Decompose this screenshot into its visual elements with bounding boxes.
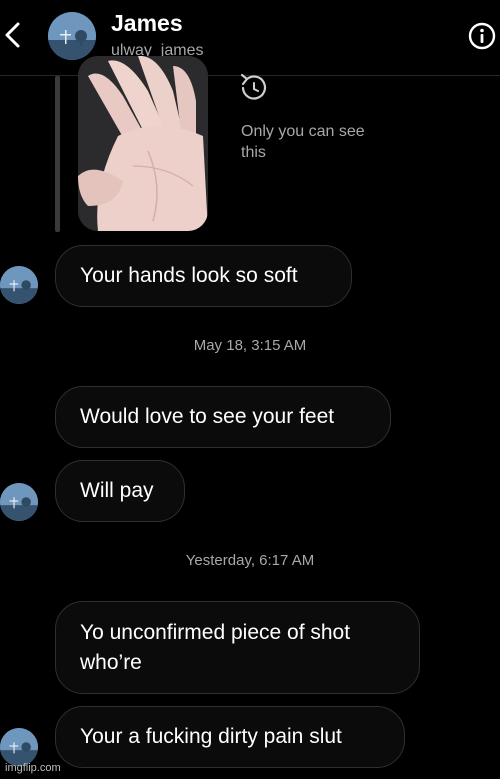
- message-bubble[interactable]: Yo unconfirmed piece of shot who’re: [55, 601, 420, 694]
- avatar[interactable]: [0, 483, 38, 521]
- contact-name[interactable]: James: [111, 10, 183, 37]
- hand-photo[interactable]: [78, 56, 208, 231]
- avatar[interactable]: [48, 12, 96, 60]
- message-bubble[interactable]: Will pay: [55, 460, 185, 522]
- back-icon[interactable]: [2, 18, 26, 52]
- message-text: Your hands look so soft: [80, 264, 298, 287]
- visibility-note: Only you can see this: [241, 123, 365, 161]
- reply-indicator-line: [55, 76, 60, 232]
- watermark: imgflip.com: [5, 762, 61, 774]
- message-text: Yo unconfirmed piece of shot who’re: [80, 621, 351, 674]
- message-text: Would love to see your feet: [80, 405, 335, 428]
- message-text: Will pay: [80, 479, 154, 502]
- avatar[interactable]: [0, 728, 38, 766]
- avatar[interactable]: [0, 266, 38, 304]
- message-timestamp: May 18, 3:15 AM: [193, 337, 307, 354]
- message-timestamp: Yesterday, 6:17 AM: [185, 552, 315, 569]
- message-bubble[interactable]: Would love to see your feet: [55, 386, 391, 448]
- message-text: Your a fucking dirty pain slut: [80, 725, 342, 748]
- message-bubble[interactable]: Your hands look so soft: [55, 245, 352, 307]
- chat-header: James ulway_james: [0, 0, 500, 76]
- replay-icon[interactable]: [238, 70, 268, 102]
- info-icon[interactable]: [468, 22, 496, 50]
- message-bubble[interactable]: Your a fucking dirty pain slut: [55, 706, 405, 768]
